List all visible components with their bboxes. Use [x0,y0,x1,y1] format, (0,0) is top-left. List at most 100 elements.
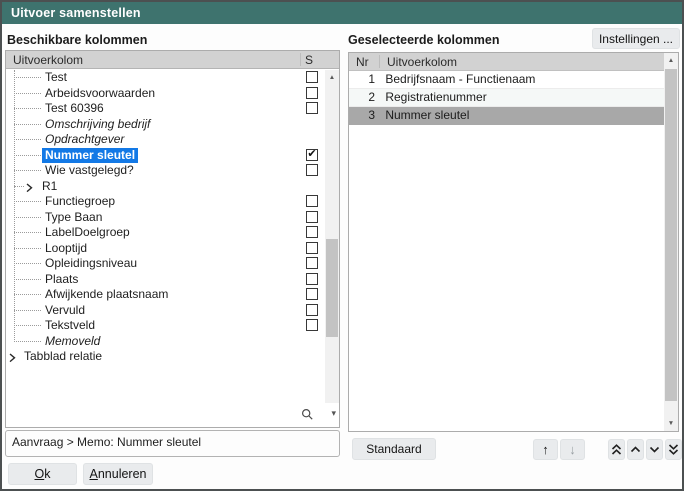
list-search-control[interactable]: ▾ [301,407,337,423]
column-header-s: S [305,53,313,67]
column-divider [379,55,380,68]
tree-item[interactable]: Test [6,70,325,86]
row-checkbox[interactable] [306,211,318,223]
available-columns-header: Uitvoerkolom S [6,51,339,69]
row-checkbox[interactable] [306,257,318,269]
tree-item[interactable]: Tekstveld [6,318,325,334]
row-checkbox[interactable] [306,102,318,114]
dialog-uitvoer-samenstellen: Uitvoer samenstellen Beschikbare kolomme… [0,0,684,491]
tree-item-label: Nummer sleutel [42,148,138,164]
window-title: Uitvoer samenstellen [11,6,141,20]
tree-item-label: Tekstveld [42,318,98,334]
row-checkbox[interactable] [306,149,318,161]
titlebar[interactable]: Uitvoer samenstellen [2,2,682,24]
expand-chevron-icon[interactable] [9,352,16,366]
column-header-nr: Nr [356,55,369,69]
cancel-button[interactable]: Annuleren [83,463,153,485]
magnifier-icon[interactable] [301,408,314,421]
tree-item[interactable]: Functiegroep [6,194,325,210]
tree-connector-line [14,139,41,140]
tree-item-label: Arbeidsvoorwaarden [42,86,158,102]
tree-item[interactable]: LabelDoelgroep [6,225,325,241]
tree-item[interactable]: Wie vastgelegd? [6,163,325,179]
tree-connector-line [14,155,41,156]
tree-item[interactable]: R1 [6,179,325,195]
row-checkbox[interactable] [306,226,318,238]
column-header-uitvoerkolom-right: Uitvoerkolom [387,55,457,69]
tree-item-label: Test [42,70,70,86]
double-chevron-down-icon [668,443,679,456]
tree-connector-line [14,232,41,233]
row-number: 2 [349,89,375,106]
selected-item-path: Aanvraag > Memo: Nummer sleutel [5,430,340,457]
tree-connector-line [14,201,41,202]
selected-columns-scrollbar[interactable]: ▲ ▼ [664,53,678,431]
move-one-down-button[interactable] [646,439,663,460]
selected-column-row[interactable]: 3 Nummer sleutel [349,107,664,125]
tree-connector-line [14,108,41,109]
tree-item[interactable]: Plaats [6,272,325,288]
move-down-button[interactable]: ↓ [560,439,585,460]
search-dropdown-icon[interactable]: ▾ [331,408,336,419]
tree-item[interactable]: Afwijkende plaatsnaam [6,287,325,303]
tree-item[interactable]: Type Baan [6,210,325,226]
selected-column-row[interactable]: 1 Bedrijfsnaam - Functienaam [349,71,664,89]
tree-connector-line [14,93,41,94]
tree-item[interactable]: Nummer sleutel [6,148,325,164]
tree-connector-line [14,310,41,311]
ok-button[interactable]: Ok [8,463,77,485]
scroll-down-icon[interactable]: ▼ [664,420,678,427]
row-checkbox[interactable] [306,319,318,331]
selected-columns-table: Nr Uitvoerkolom 1 Bedrijfsnaam - Functie… [348,52,679,432]
tree-item[interactable]: Opdrachtgever [6,132,325,148]
selected-column-row[interactable]: 2 Registratienummer [349,89,664,107]
tree-item-label: Functiegroep [42,194,118,210]
tree-item[interactable]: Opleidingsniveau [6,256,325,272]
scrollbar-thumb[interactable] [326,239,338,337]
tree-item[interactable]: Test 60396 [6,101,325,117]
double-chevron-up-icon [611,443,622,456]
tree-item-label: Memoveld [42,334,103,350]
row-checkbox[interactable] [306,288,318,300]
tree-item[interactable]: Omschrijving bedrijf [6,117,325,133]
scroll-up-icon[interactable]: ▲ [325,74,339,81]
row-label: Nummer sleutel [378,108,469,122]
tree-connector-line [14,279,41,280]
up-arrow-icon: ↑ [542,442,549,457]
row-checkbox[interactable] [306,71,318,83]
row-checkbox[interactable] [306,273,318,285]
tree-item[interactable]: Arbeidsvoorwaarden [6,86,325,102]
row-checkbox[interactable] [306,87,318,99]
tree-connector-line [14,77,41,78]
row-checkbox[interactable] [306,195,318,207]
row-label: Bedrijfsnaam - Functienaam [378,72,535,86]
available-columns-scrollbar[interactable]: ▲ [325,70,339,403]
scrollbar-thumb[interactable] [665,69,677,401]
standaard-button[interactable]: Standaard [352,438,436,460]
move-one-up-button[interactable] [627,439,644,460]
scroll-up-icon[interactable]: ▲ [664,57,678,64]
tree-item-label: Plaats [42,272,81,288]
tree-connector-line [14,294,41,295]
row-checkbox[interactable] [306,304,318,316]
tree-connector-line [14,248,41,249]
tree-connector-line [14,186,24,187]
available-columns-listbox: Uitvoerkolom S Test Arbeidsvoorwaarden [5,50,340,428]
column-header-uitvoerkolom: Uitvoerkolom [13,53,83,67]
available-columns-list: Test Arbeidsvoorwaarden Test 60396 Omsch… [6,70,325,427]
tree-item[interactable]: Looptijd [6,241,325,257]
row-checkbox[interactable] [306,164,318,176]
tree-item[interactable]: Vervuld [6,303,325,319]
tree-item[interactable]: Tabblad relatie [6,349,325,365]
chevron-up-icon [630,443,641,456]
tree-item[interactable]: Memoveld [6,334,325,350]
move-to-bottom-button[interactable] [665,439,682,460]
available-columns-label: Beschikbare kolommen [7,33,147,47]
move-up-button[interactable]: ↑ [533,439,558,460]
move-to-top-button[interactable] [608,439,625,460]
row-checkbox[interactable] [306,242,318,254]
tree-item-label: LabelDoelgroep [42,225,133,241]
tree-connector-line [14,325,41,326]
settings-button[interactable]: Instellingen ... [592,28,680,49]
status-text: Aanvraag > Memo: Nummer sleutel [12,435,201,449]
